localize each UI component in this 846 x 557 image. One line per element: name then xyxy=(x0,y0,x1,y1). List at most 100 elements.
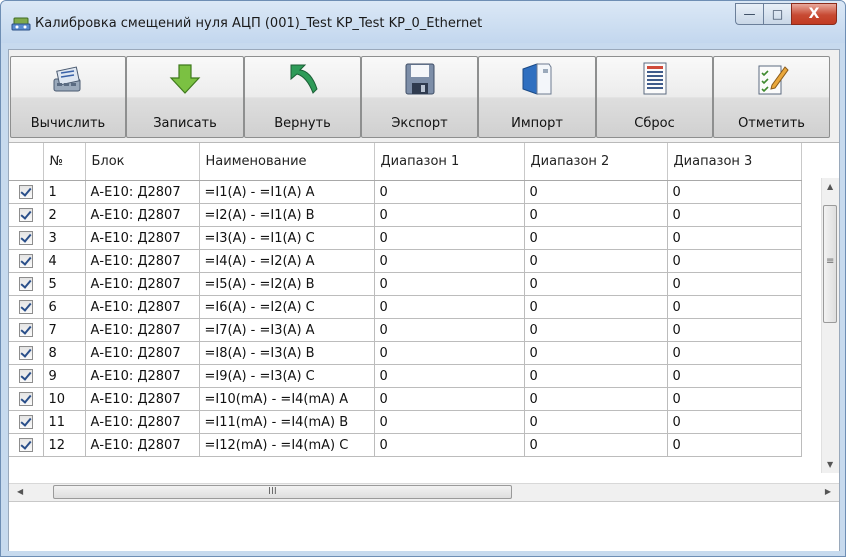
cell-range-3[interactable]: 0 xyxy=(667,410,802,434)
cell-range-1[interactable]: 0 xyxy=(374,433,525,457)
column-header-block[interactable]: Блок xyxy=(85,143,200,181)
cell-range-1[interactable]: 0 xyxy=(374,410,525,434)
cell-number[interactable]: 9 xyxy=(43,364,86,388)
row-checkbox[interactable] xyxy=(18,300,33,314)
cell-range-1[interactable]: 0 xyxy=(374,387,525,411)
cell-range-2[interactable]: 0 xyxy=(524,410,668,434)
row-checkbox[interactable] xyxy=(18,231,33,245)
vertical-scroll-thumb[interactable]: ≡ xyxy=(823,205,837,323)
cell-number[interactable]: 7 xyxy=(43,318,86,342)
cell-name[interactable]: =I9(A) - =I3(A) C xyxy=(199,364,375,388)
cell-block[interactable]: А-Е10: Д2807 xyxy=(85,180,200,204)
column-header-check[interactable] xyxy=(9,143,44,181)
cell-block[interactable]: А-Е10: Д2807 xyxy=(85,364,200,388)
horizontal-scrollbar[interactable]: ◀ III ▶ xyxy=(9,483,839,501)
row-checkbox[interactable] xyxy=(18,346,33,360)
column-header-range-2[interactable]: Диапазон 2 xyxy=(524,143,668,181)
table-row[interactable]: 10 А-Е10: Д2807 =I10(mA) - =I4(mA) A000 xyxy=(9,387,802,411)
row-checkbox[interactable] xyxy=(18,392,33,406)
cell-range-2[interactable]: 0 xyxy=(524,180,668,204)
cell-number[interactable]: 8 xyxy=(43,341,86,365)
scroll-up-icon[interactable]: ▲ xyxy=(827,182,833,191)
cell-range-2[interactable]: 0 xyxy=(524,272,668,296)
row-checkbox[interactable] xyxy=(18,438,33,452)
calculate-button[interactable]: Вычислить xyxy=(10,56,126,138)
table-row[interactable]: 11 А-Е10: Д2807 =I11(mA) - =I4(mA) B000 xyxy=(9,410,802,434)
table-row[interactable]: 12 А-Е10: Д2807 =I12(mA) - =I4(mA) C000 xyxy=(9,433,802,457)
cell-range-3[interactable]: 0 xyxy=(667,180,802,204)
cell-name[interactable]: =I12(mA) - =I4(mA) C xyxy=(199,433,375,457)
cell-name[interactable]: =I4(A) - =I2(A) A xyxy=(199,249,375,273)
cell-range-2[interactable]: 0 xyxy=(524,226,668,250)
reset-button[interactable]: Сброс xyxy=(596,56,713,138)
table-row[interactable]: 5 А-Е10: Д2807 =I5(A) - =I2(A) B000 xyxy=(9,272,802,296)
cell-name[interactable]: =I1(A) - =I1(A) A xyxy=(199,180,375,204)
cell-range-2[interactable]: 0 xyxy=(524,318,668,342)
cell-name[interactable]: =I5(A) - =I2(A) B xyxy=(199,272,375,296)
table-row[interactable]: 1 А-Е10: Д2807 =I1(A) - =I1(A) A000 xyxy=(9,180,802,204)
cell-range-1[interactable]: 0 xyxy=(374,364,525,388)
cell-block[interactable]: А-Е10: Д2807 xyxy=(85,387,200,411)
horizontal-scroll-thumb[interactable]: III xyxy=(53,485,512,499)
table-row[interactable]: 9 А-Е10: Д2807 =I9(A) - =I3(A) C000 xyxy=(9,364,802,388)
cell-range-2[interactable]: 0 xyxy=(524,433,668,457)
cell-number[interactable]: 10 xyxy=(43,387,86,411)
cell-range-3[interactable]: 0 xyxy=(667,433,802,457)
cell-number[interactable]: 6 xyxy=(43,295,86,319)
table-row[interactable]: 3 А-Е10: Д2807 =I3(A) - =I1(A) C000 xyxy=(9,226,802,250)
table-row[interactable]: 2 А-Е10: Д2807 =I2(A) - =I1(A) B000 xyxy=(9,203,802,227)
cell-number[interactable]: 12 xyxy=(43,433,86,457)
column-header-name[interactable]: Наименование xyxy=(199,143,375,181)
cell-block[interactable]: А-Е10: Д2807 xyxy=(85,203,200,227)
scroll-left-icon[interactable]: ◀ xyxy=(17,487,23,496)
cell-name[interactable]: =I6(A) - =I2(A) C xyxy=(199,295,375,319)
scroll-right-icon[interactable]: ▶ xyxy=(825,487,831,496)
cell-number[interactable]: 2 xyxy=(43,203,86,227)
row-checkbox[interactable] xyxy=(18,254,33,268)
cell-name[interactable]: =I10(mA) - =I4(mA) A xyxy=(199,387,375,411)
cell-number[interactable]: 3 xyxy=(43,226,86,250)
cell-range-3[interactable]: 0 xyxy=(667,364,802,388)
row-checkbox[interactable] xyxy=(18,277,33,291)
cell-name[interactable]: =I8(A) - =I3(A) B xyxy=(199,341,375,365)
column-header-range-1[interactable]: Диапазон 1 xyxy=(374,143,525,181)
cell-name[interactable]: =I2(A) - =I1(A) B xyxy=(199,203,375,227)
scroll-down-icon[interactable]: ▼ xyxy=(827,460,833,469)
table-row[interactable]: 4 А-Е10: Д2807 =I4(A) - =I2(A) A000 xyxy=(9,249,802,273)
cell-block[interactable]: А-Е10: Д2807 xyxy=(85,318,200,342)
cell-range-1[interactable]: 0 xyxy=(374,318,525,342)
column-header-number[interactable]: № xyxy=(43,143,86,181)
cell-range-3[interactable]: 0 xyxy=(667,387,802,411)
table-row[interactable]: 8 А-Е10: Д2807 =I8(A) - =I3(A) B000 xyxy=(9,341,802,365)
revert-button[interactable]: Вернуть xyxy=(244,56,361,138)
cell-range-2[interactable]: 0 xyxy=(524,203,668,227)
cell-number[interactable]: 1 xyxy=(43,180,86,204)
cell-range-1[interactable]: 0 xyxy=(374,180,525,204)
cell-number[interactable]: 5 xyxy=(43,272,86,296)
maximize-button[interactable]: □ xyxy=(763,3,791,25)
cell-range-3[interactable]: 0 xyxy=(667,203,802,227)
minimize-button[interactable]: — xyxy=(735,3,763,25)
table-row[interactable]: 7 А-Е10: Д2807 =I7(A) - =I3(A) A000 xyxy=(9,318,802,342)
cell-block[interactable]: А-Е10: Д2807 xyxy=(85,249,200,273)
write-button[interactable]: Записать xyxy=(126,56,244,138)
export-button[interactable]: Экспорт xyxy=(361,56,478,138)
cell-block[interactable]: А-Е10: Д2807 xyxy=(85,272,200,296)
cell-range-1[interactable]: 0 xyxy=(374,295,525,319)
cell-range-2[interactable]: 0 xyxy=(524,341,668,365)
cell-range-3[interactable]: 0 xyxy=(667,272,802,296)
cell-block[interactable]: А-Е10: Д2807 xyxy=(85,295,200,319)
column-header-range-3[interactable]: Диапазон 3 xyxy=(667,143,802,181)
cell-range-1[interactable]: 0 xyxy=(374,249,525,273)
row-checkbox[interactable] xyxy=(18,208,33,222)
row-checkbox[interactable] xyxy=(18,185,33,199)
row-checkbox[interactable] xyxy=(18,323,33,337)
cell-number[interactable]: 4 xyxy=(43,249,86,273)
cell-range-1[interactable]: 0 xyxy=(374,203,525,227)
cell-block[interactable]: А-Е10: Д2807 xyxy=(85,410,200,434)
cell-range-2[interactable]: 0 xyxy=(524,249,668,273)
table-row[interactable]: 6 А-Е10: Д2807 =I6(A) - =I2(A) C000 xyxy=(9,295,802,319)
cell-number[interactable]: 11 xyxy=(43,410,86,434)
cell-name[interactable]: =I11(mA) - =I4(mA) B xyxy=(199,410,375,434)
mark-button[interactable]: Отметить xyxy=(713,56,830,138)
